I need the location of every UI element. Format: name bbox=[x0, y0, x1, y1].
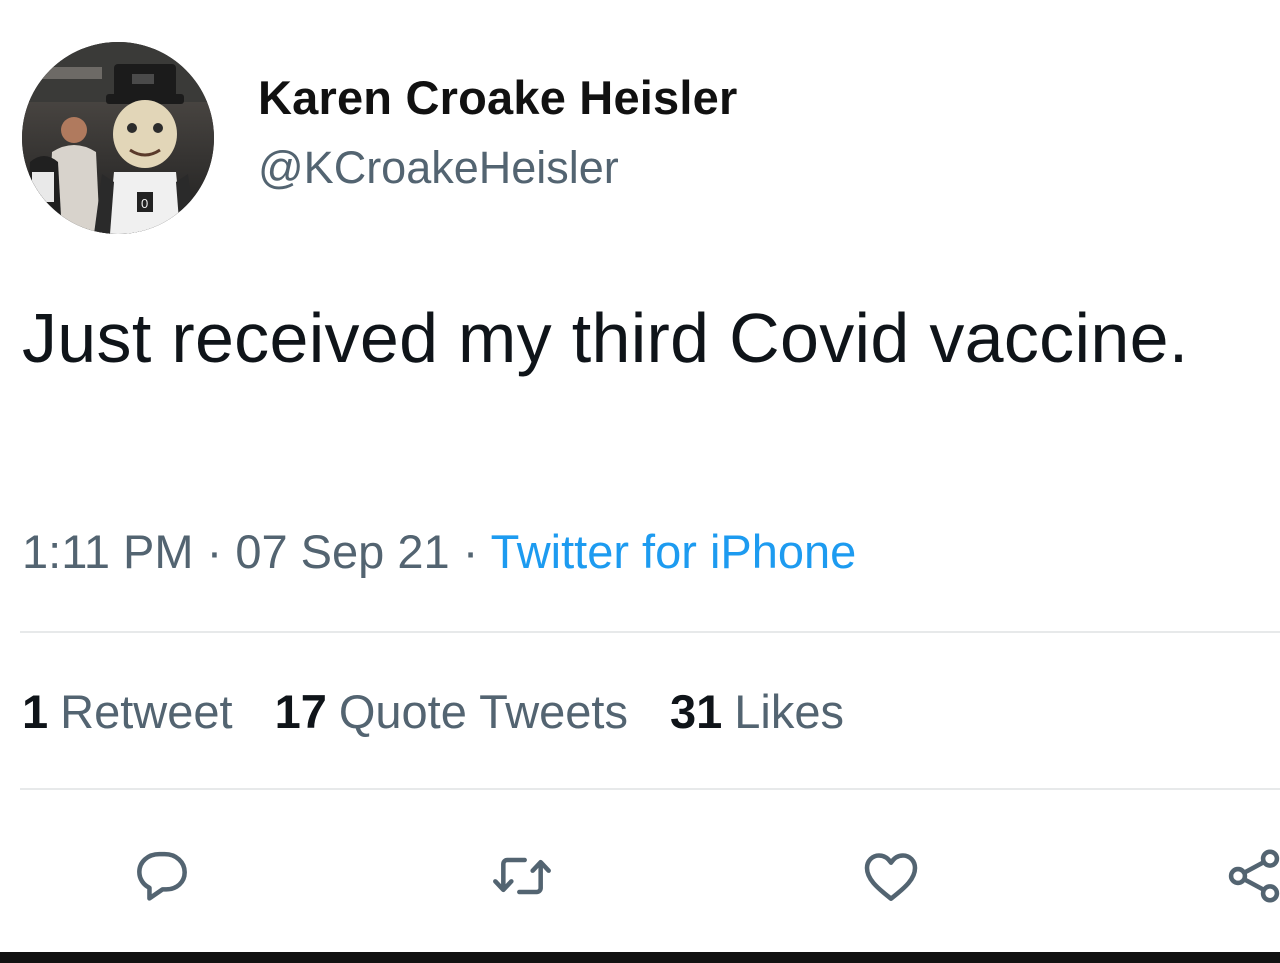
tweet-header: 0 Karen Croake Heisler @KCroakeHeisler bbox=[22, 42, 737, 234]
divider bbox=[20, 788, 1280, 790]
author-handle[interactable]: @KCroakeHeisler bbox=[258, 140, 737, 196]
stat-count: 31 bbox=[669, 685, 723, 738]
reply-button[interactable] bbox=[126, 840, 198, 912]
tweet-date[interactable]: 07 Sep 21 bbox=[235, 525, 449, 578]
meta-separator: · bbox=[462, 525, 491, 578]
tweet-meta: 1:11 PM · 07 Sep 21 · Twitter for iPhone bbox=[22, 522, 856, 582]
like-button[interactable] bbox=[855, 840, 927, 912]
stat-count: 1 bbox=[22, 685, 49, 738]
divider bbox=[20, 631, 1280, 633]
tweet-card: 0 Karen Croake Heisler @KCroakeHeisler J… bbox=[0, 0, 1280, 963]
stat-count: 17 bbox=[274, 685, 327, 738]
author-names: Karen Croake Heisler @KCroakeHeisler bbox=[258, 70, 737, 196]
tweet-actions bbox=[0, 840, 1280, 920]
retweet-button[interactable] bbox=[486, 840, 558, 912]
avatar[interactable]: 0 bbox=[22, 42, 214, 234]
retweet-icon bbox=[493, 857, 551, 895]
stat-likes[interactable]: 31 Likes bbox=[670, 682, 844, 742]
share-icon bbox=[1228, 849, 1280, 903]
stat-label: Quote Tweets bbox=[338, 685, 628, 738]
stat-retweets[interactable]: 1 Retweet bbox=[22, 682, 233, 742]
author-display-name[interactable]: Karen Croake Heisler bbox=[258, 70, 737, 126]
stat-label: Retweet bbox=[60, 685, 233, 738]
heart-icon bbox=[864, 853, 918, 901]
bottom-edge-bar bbox=[0, 952, 1280, 963]
tweet-stats: 1 Retweet 17 Quote Tweets 31 Likes bbox=[22, 682, 886, 742]
tweet-time[interactable]: 1:11 PM bbox=[22, 525, 194, 578]
meta-separator: · bbox=[206, 525, 236, 578]
tweet-text: Just received my third Covid vaccine. bbox=[22, 299, 1189, 377]
share-button[interactable] bbox=[1218, 840, 1280, 912]
stat-quote-tweets[interactable]: 17 Quote Tweets bbox=[275, 682, 628, 742]
svg-text:0: 0 bbox=[141, 196, 148, 211]
mascot-avatar-image: 0 bbox=[22, 42, 214, 234]
stat-label: Likes bbox=[734, 685, 844, 738]
reply-icon bbox=[137, 851, 187, 901]
tweet-source-link[interactable]: Twitter for iPhone bbox=[491, 525, 857, 578]
